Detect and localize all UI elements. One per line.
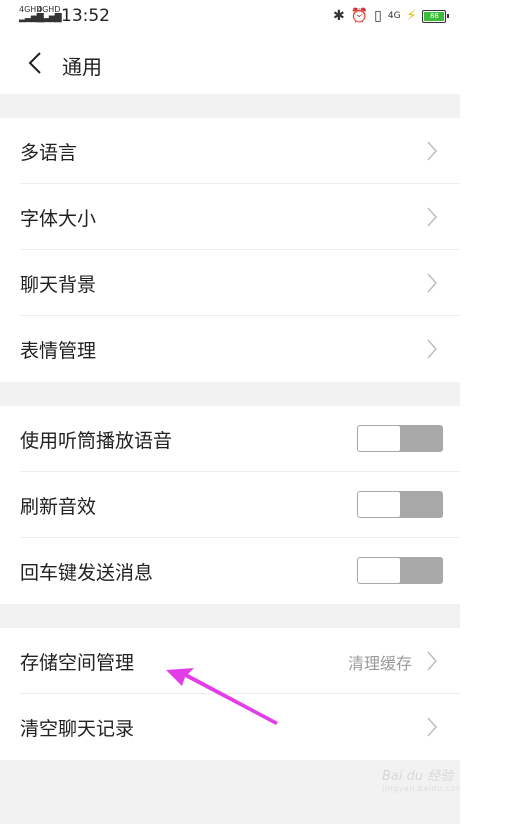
right-margin bbox=[460, 0, 523, 824]
bluetooth-icon: ✱ bbox=[333, 8, 345, 24]
section-gap bbox=[0, 94, 460, 118]
vibrate-icon: ▯ bbox=[374, 8, 382, 24]
row-chat-background[interactable]: 聊天背景 bbox=[0, 250, 460, 316]
enter-to-send-toggle[interactable] bbox=[357, 557, 443, 584]
toggle-knob bbox=[358, 558, 400, 583]
toggle-knob bbox=[358, 492, 400, 517]
section-gap bbox=[0, 382, 460, 406]
chevron-left-icon bbox=[28, 52, 41, 74]
title-bar: 通用 bbox=[0, 38, 460, 94]
row-refresh-sound: 刷新音效 bbox=[0, 472, 460, 538]
chevron-right-icon bbox=[427, 273, 438, 293]
status-bar: 4GHD ▂▃▅▇ 4GHD ▂▃▅▇ 13:52 ✱ ⏰ ▯ 4G ⚡ 88 bbox=[0, 0, 460, 34]
4g-icon: 4G bbox=[387, 11, 401, 21]
clear-cache-hint: 清理缓存 bbox=[347, 654, 412, 673]
row-enter-to-send: 回车键发送消息 bbox=[0, 538, 460, 604]
chevron-right-icon bbox=[427, 651, 438, 671]
battery-icon: 88 bbox=[422, 9, 450, 23]
charging-icon: ⚡ bbox=[406, 8, 417, 24]
row-language[interactable]: 多语言 bbox=[0, 118, 460, 184]
signal-2: 4GHD ▂▃▅▇ bbox=[37, 5, 62, 23]
status-time: 13:52 bbox=[61, 6, 110, 26]
row-earpiece-playback: 使用听筒播放语音 bbox=[0, 406, 460, 472]
annotation-arrow-icon bbox=[166, 668, 278, 725]
chevron-right-icon bbox=[427, 717, 438, 737]
settings-screen: 4GHD ▂▃▅▇ 4GHD ▂▃▅▇ 13:52 ✱ ⏰ ▯ 4G ⚡ 88 … bbox=[0, 0, 464, 824]
toggle-knob bbox=[358, 426, 400, 451]
back-button[interactable] bbox=[22, 48, 52, 78]
row-font-size[interactable]: 字体大小 bbox=[0, 184, 460, 250]
chevron-right-icon bbox=[427, 339, 438, 359]
earpiece-toggle[interactable] bbox=[357, 425, 443, 452]
chevron-right-icon bbox=[427, 207, 438, 227]
status-icons: ✱ ⏰ ▯ 4G ⚡ 88 bbox=[333, 8, 450, 24]
signal-bars-icon: ▂▃▅▇ bbox=[37, 13, 62, 23]
section-gap bbox=[0, 604, 460, 628]
row-sticker-management[interactable]: 表情管理 bbox=[0, 316, 460, 382]
page-title: 通用 bbox=[62, 55, 102, 79]
baidu-watermark: Bai du 经验 jingyan.baidu.com bbox=[382, 769, 465, 793]
refresh-sound-toggle[interactable] bbox=[357, 491, 443, 518]
alarm-icon: ⏰ bbox=[350, 8, 369, 24]
chevron-right-icon bbox=[427, 141, 438, 161]
